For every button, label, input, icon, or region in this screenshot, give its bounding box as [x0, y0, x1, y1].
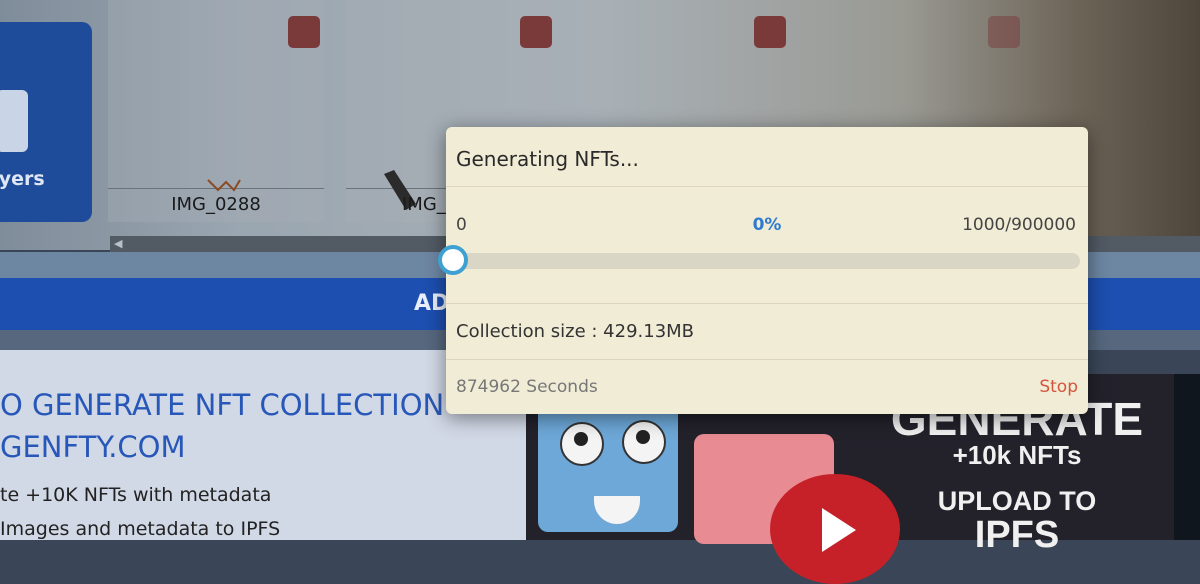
eye	[622, 420, 666, 464]
mouth	[594, 496, 640, 524]
progress-dialog: Generating NFTs... 0 0% 1000/900000 Coll…	[438, 127, 1088, 414]
stop-button[interactable]: Stop	[1039, 377, 1078, 397]
scroll-left-icon[interactable]: ◀	[114, 237, 122, 250]
eye	[560, 422, 604, 466]
dialog-divider	[446, 359, 1088, 360]
thumbnail-name: IMG_0288	[171, 194, 261, 215]
blue-character	[538, 402, 678, 532]
collection-size: Collection size : 429.13MB	[456, 321, 695, 342]
info-title: O GENERATE NFT COLLECTION	[0, 388, 445, 422]
info-feature-1: te +10K NFTs with metadata	[0, 484, 272, 506]
banner-upload: UPLOAD TO	[937, 486, 1097, 516]
info-site: GENFTY.COM	[0, 430, 186, 464]
banner-edge	[1174, 374, 1200, 540]
add-layers-tile[interactable]: layers	[0, 22, 92, 222]
delete-layer-button[interactable]	[288, 16, 320, 48]
info-feature-2: Images and metadata to IPFS	[0, 518, 281, 540]
camera-icon	[0, 90, 28, 152]
add-layers-label: layers	[0, 168, 45, 190]
progress-handle	[438, 245, 468, 275]
delete-layer-button[interactable]	[520, 16, 552, 48]
progress-count: 1000/900000	[962, 215, 1076, 235]
layer-image-icon	[207, 179, 241, 192]
delete-layer-button[interactable]	[754, 16, 786, 48]
banner-ipfs: IPFS	[974, 514, 1060, 556]
delete-layer-button[interactable]	[988, 16, 1020, 48]
banner-subline: +10k NFTs	[952, 440, 1082, 470]
progress-bar	[438, 245, 1080, 275]
dialog-title: Generating NFTs...	[456, 147, 639, 171]
dialog-divider	[446, 186, 1088, 187]
play-icon[interactable]	[770, 474, 900, 584]
dialog-divider	[446, 303, 1088, 304]
elapsed-seconds: 874962 Seconds	[456, 377, 598, 397]
